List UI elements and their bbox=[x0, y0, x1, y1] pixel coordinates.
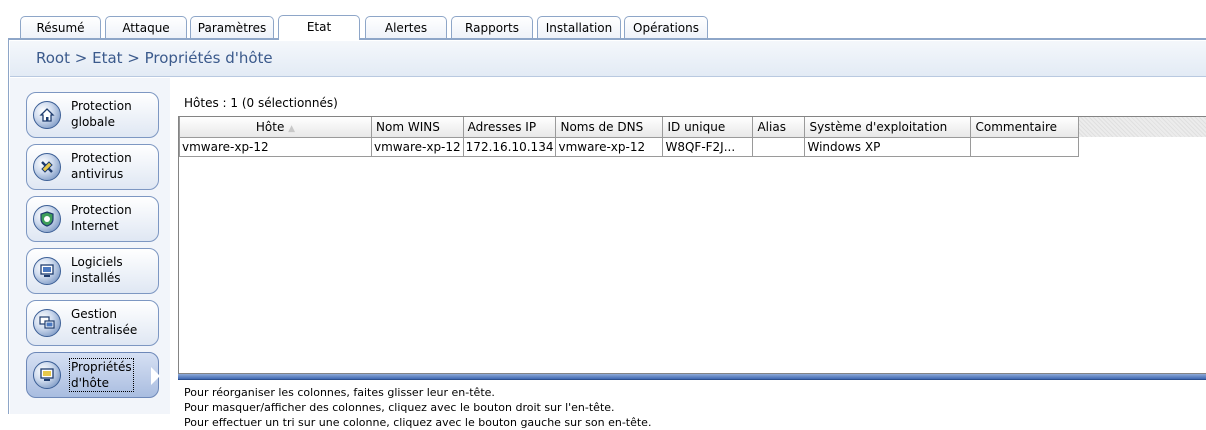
tab-rapports[interactable]: Rapports bbox=[451, 16, 533, 38]
column-header-alias[interactable]: Alias bbox=[752, 117, 806, 138]
sidebar-item-protection-globale[interactable]: Protection globale bbox=[26, 92, 159, 138]
hosts-grid[interactable]: Hôte ▲ Nom WINS Adresses IP Noms de DNS … bbox=[178, 116, 1206, 374]
sidebar-item-label: Propriétés d'hôte bbox=[69, 358, 134, 392]
tab-attaque[interactable]: Attaque bbox=[105, 16, 187, 38]
software-icon bbox=[33, 257, 61, 285]
sidebar-item-proprietes-hote[interactable]: Propriétés d'hôte bbox=[26, 352, 160, 398]
cell-commentaire bbox=[970, 136, 1080, 157]
column-header-commentaire[interactable]: Commentaire bbox=[970, 117, 1080, 138]
hosts-table: Hôte ▲ Nom WINS Adresses IP Noms de DNS … bbox=[179, 117, 1080, 157]
tab-etat[interactable]: Etat bbox=[278, 15, 360, 40]
column-header-noms-dns[interactable]: Noms de DNS bbox=[555, 117, 664, 138]
cell-hote: vmware-xp-12 bbox=[179, 136, 372, 157]
column-header-hote[interactable]: Hôte ▲ bbox=[179, 117, 372, 138]
cell-systeme: Windows XP bbox=[804, 136, 972, 157]
content-frame: Root > Etat > Propriétés d'hôte Protecti… bbox=[8, 39, 1206, 429]
tab-alertes[interactable]: Alertes bbox=[365, 16, 447, 38]
table-row[interactable]: vmware-xp-12 vmware-xp-12 172.16.10.134 … bbox=[179, 136, 1080, 157]
cell-adresses-ip: 172.16.10.134 bbox=[462, 136, 557, 157]
selection-arrow-icon bbox=[151, 367, 160, 385]
sidebar-item-label: Gestion centralisée bbox=[71, 307, 138, 337]
tab-resume[interactable]: Résumé bbox=[20, 16, 101, 38]
column-header-systeme[interactable]: Système d'exploitation bbox=[804, 117, 972, 138]
sidebar-item-gestion-centralisee[interactable]: Gestion centralisée bbox=[26, 300, 159, 346]
house-icon bbox=[33, 101, 61, 129]
help-line-toggle-columns: Pour masquer/afficher des colonnes, cliq… bbox=[184, 401, 615, 414]
sort-ascending-icon: ▲ bbox=[288, 123, 296, 134]
tab-bar: Résumé Attaque Paramètres Etat Alertes R… bbox=[0, 0, 1206, 40]
sidebar-item-logiciels-installes[interactable]: Logiciels installés bbox=[26, 248, 159, 294]
cell-alias bbox=[752, 136, 806, 157]
sidebar: Protection globale Protection antivirus Pr… bbox=[10, 78, 170, 414]
sidebar-item-label: Protection globale bbox=[71, 99, 132, 129]
main-panel: Hôtes : 1 (0 sélectionnés) Hôte ▲ Nom WI… bbox=[174, 78, 1206, 429]
cell-noms-dns: vmware-xp-12 bbox=[555, 136, 664, 157]
panel-splitter[interactable] bbox=[178, 374, 1206, 380]
tab-installation[interactable]: Installation bbox=[537, 16, 621, 38]
sidebar-item-label: Protection antivirus bbox=[71, 151, 132, 181]
column-header-id-unique[interactable]: ID unique bbox=[662, 117, 754, 138]
sidebar-item-label: Protection Internet bbox=[71, 203, 132, 233]
table-header-row: Hôte ▲ Nom WINS Adresses IP Noms de DNS … bbox=[179, 117, 1080, 138]
antivirus-icon bbox=[33, 153, 61, 181]
sidebar-item-label: Logiciels installés bbox=[71, 255, 123, 285]
help-text: Pour réorganiser les colonnes, faites gl… bbox=[184, 385, 651, 430]
sidebar-item-protection-internet[interactable]: Protection Internet bbox=[26, 196, 159, 242]
computers-icon bbox=[33, 309, 61, 337]
column-header-nom-wins[interactable]: Nom WINS bbox=[371, 117, 464, 138]
help-line-reorder: Pour réorganiser les colonnes, faites gl… bbox=[184, 386, 495, 399]
help-line-sort: Pour effectuer un tri sur une colonne, c… bbox=[184, 416, 652, 429]
column-header-adresses-ip[interactable]: Adresses IP bbox=[462, 117, 557, 138]
hosts-count-label: Hôtes : 1 (0 sélectionnés) bbox=[184, 96, 338, 110]
cell-id-unique: W8QF-F2J... bbox=[662, 136, 754, 157]
internet-shield-icon bbox=[33, 205, 61, 233]
breadcrumb: Root > Etat > Propriétés d'hôte bbox=[10, 41, 1206, 77]
host-properties-icon bbox=[33, 361, 61, 389]
cell-nom-wins: vmware-xp-12 bbox=[371, 136, 464, 157]
sidebar-item-protection-antivirus[interactable]: Protection antivirus bbox=[26, 144, 159, 190]
tab-operations[interactable]: Opérations bbox=[624, 16, 708, 38]
tab-parametres[interactable]: Paramètres bbox=[190, 16, 274, 38]
